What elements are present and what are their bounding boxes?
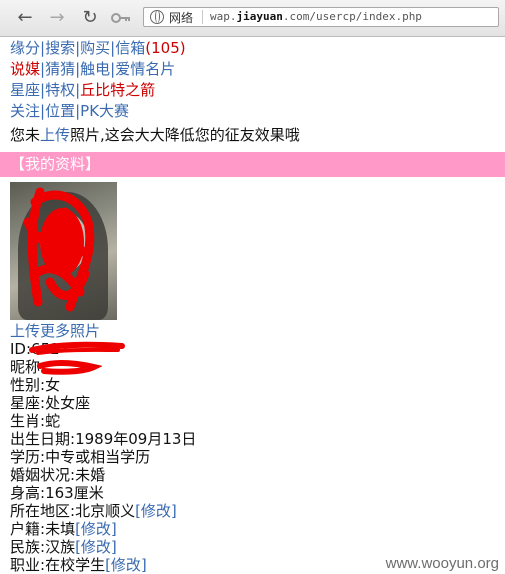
nav-link-yuanfen[interactable]: 缘分 <box>10 39 40 57</box>
url-prefix: wap. <box>210 10 237 23</box>
gender-row: 性别:女 <box>10 376 500 394</box>
nav-link-shuomei[interactable]: 说媒 <box>10 60 40 78</box>
key-icon[interactable] <box>110 7 132 29</box>
job-label: 职业: <box>10 556 46 574</box>
marital-label: 婚姻状况: <box>10 466 76 484</box>
nav-link-buy[interactable]: 购买 <box>80 39 110 57</box>
height-label: 身高: <box>10 484 46 502</box>
birthday-label: 出生日期: <box>10 430 76 448</box>
nav-link-location[interactable]: 位置 <box>45 102 75 120</box>
nav-link-privilege[interactable]: 特权 <box>45 81 75 99</box>
shengxiao-label: 生肖: <box>10 412 46 430</box>
nav-row-4: 关注|位置|PK大赛 <box>10 101 500 122</box>
nav-link-love-card[interactable]: 爱情名片 <box>115 60 175 78</box>
nav-row-1: 缘分|搜索|购买|信箱(105) <box>10 38 500 59</box>
refresh-icon[interactable]: ↻ <box>79 7 101 29</box>
profile-photo[interactable] <box>10 182 117 320</box>
shengxiao-value: 蛇 <box>45 412 61 430</box>
upload-notice: 您未上传照片,这会大大降低您的征友效果哦 <box>10 124 500 146</box>
zodiac-label: 星座: <box>10 394 46 412</box>
ethnicity-row: 民族:汉族[修改] <box>10 538 500 556</box>
nav-link-guess[interactable]: 猜猜 <box>45 60 75 78</box>
hukou-value: 未填 <box>45 520 76 538</box>
hukou-row: 户籍:未填[修改] <box>10 520 500 538</box>
birthday-row: 出生日期:1989年09月13日 <box>10 430 500 448</box>
marital-value: 未婚 <box>75 466 106 484</box>
education-row: 学历:中专或相当学历 <box>10 448 500 466</box>
watermark-text: www.wooyun.org <box>385 555 499 572</box>
globe-icon <box>150 10 164 24</box>
education-value: 中专或相当学历 <box>45 448 151 466</box>
back-arrow-icon[interactable]: ← <box>14 7 36 29</box>
nav-link-inbox[interactable]: 信箱 <box>115 39 145 57</box>
ethnicity-label: 民族: <box>10 538 46 556</box>
section-title: 【我的资料】 <box>10 155 101 173</box>
profile-details: 上传更多照片 ID:652 昵称 性别:女 星座:处女座 生肖:蛇 出生日期:1… <box>10 322 500 574</box>
ethnicity-value: 汉族 <box>45 538 76 556</box>
gender-label: 性别: <box>10 376 46 394</box>
location-value: 北京顺义 <box>75 502 136 520</box>
notice-text-start: 您未 <box>10 126 41 144</box>
location-label: 所在地区: <box>10 502 76 520</box>
section-header-my-profile: 【我的资料】 <box>0 152 505 177</box>
nav-block: 缘分|搜索|购买|信箱(105) 说媒|猜猜|触电|爱情名片 星座|特权|丘比特… <box>10 38 500 146</box>
upload-more-row: 上传更多照片 <box>10 322 500 340</box>
edit-ethnicity-link[interactable]: [修改] <box>75 538 117 556</box>
notice-text-end: 照片,这会大大降低您的征友效果哦 <box>70 126 300 144</box>
url-path: .com/usercp/index.php <box>282 10 422 23</box>
notice-upload-link[interactable]: 上传 <box>40 126 70 144</box>
marital-status-row: 婚姻状况:未婚 <box>10 466 500 484</box>
nav-link-pk-contest[interactable]: PK大赛 <box>80 102 129 120</box>
upload-more-photos-link[interactable]: 上传更多照片 <box>10 322 100 340</box>
nav-link-cupid-arrow[interactable]: 丘比特之箭 <box>80 81 155 99</box>
gender-value: 女 <box>45 376 61 394</box>
address-divider <box>202 10 203 24</box>
nav-row-2: 说媒|猜猜|触电|爱情名片 <box>10 59 500 80</box>
birthday-value: 1989年09月13日 <box>75 430 197 448</box>
zodiac-row: 星座:处女座 <box>10 394 500 412</box>
inbox-count-badge[interactable]: (105) <box>145 39 185 57</box>
zodiac-value: 处女座 <box>45 394 91 412</box>
shengxiao-row: 生肖:蛇 <box>10 412 500 430</box>
height-value: 163厘米 <box>45 484 104 502</box>
url-text[interactable]: wap.jiayuan.com/usercp/index.php <box>210 10 422 23</box>
education-label: 学历: <box>10 448 46 466</box>
zone-label: 网络 <box>169 11 194 25</box>
address-bar[interactable]: 网络 wap.jiayuan.com/usercp/index.php <box>143 7 499 27</box>
nav-link-constellation[interactable]: 星座 <box>10 81 40 99</box>
edit-job-link[interactable]: [修改] <box>105 556 147 574</box>
height-row: 身高:163厘米 <box>10 484 500 502</box>
nav-link-chudian[interactable]: 触电 <box>80 60 110 78</box>
url-domain: jiayuan <box>236 10 283 23</box>
nav-link-search[interactable]: 搜索 <box>45 39 75 57</box>
redaction-scribble-icon <box>23 187 95 312</box>
location-row: 所在地区:北京顺义[修改] <box>10 502 500 520</box>
redaction-mark-icon <box>29 341 125 355</box>
forward-arrow-icon[interactable]: → <box>46 7 68 29</box>
nav-link-follow[interactable]: 关注 <box>10 102 40 120</box>
redaction-mark-icon <box>37 360 102 375</box>
nav-row-3: 星座|特权|丘比特之箭 <box>10 80 500 101</box>
hukou-label: 户籍: <box>10 520 46 538</box>
job-value: 在校学生 <box>45 556 106 574</box>
nickname-row: 昵称 <box>10 358 500 376</box>
edit-location-link[interactable]: [修改] <box>135 502 177 520</box>
profile-id-row: ID:652 <box>10 340 500 358</box>
browser-toolbar: ← → ↻ 网络 wap.jiayuan.com/usercp/index.ph… <box>0 0 505 37</box>
edit-hukou-link[interactable]: [修改] <box>75 520 117 538</box>
